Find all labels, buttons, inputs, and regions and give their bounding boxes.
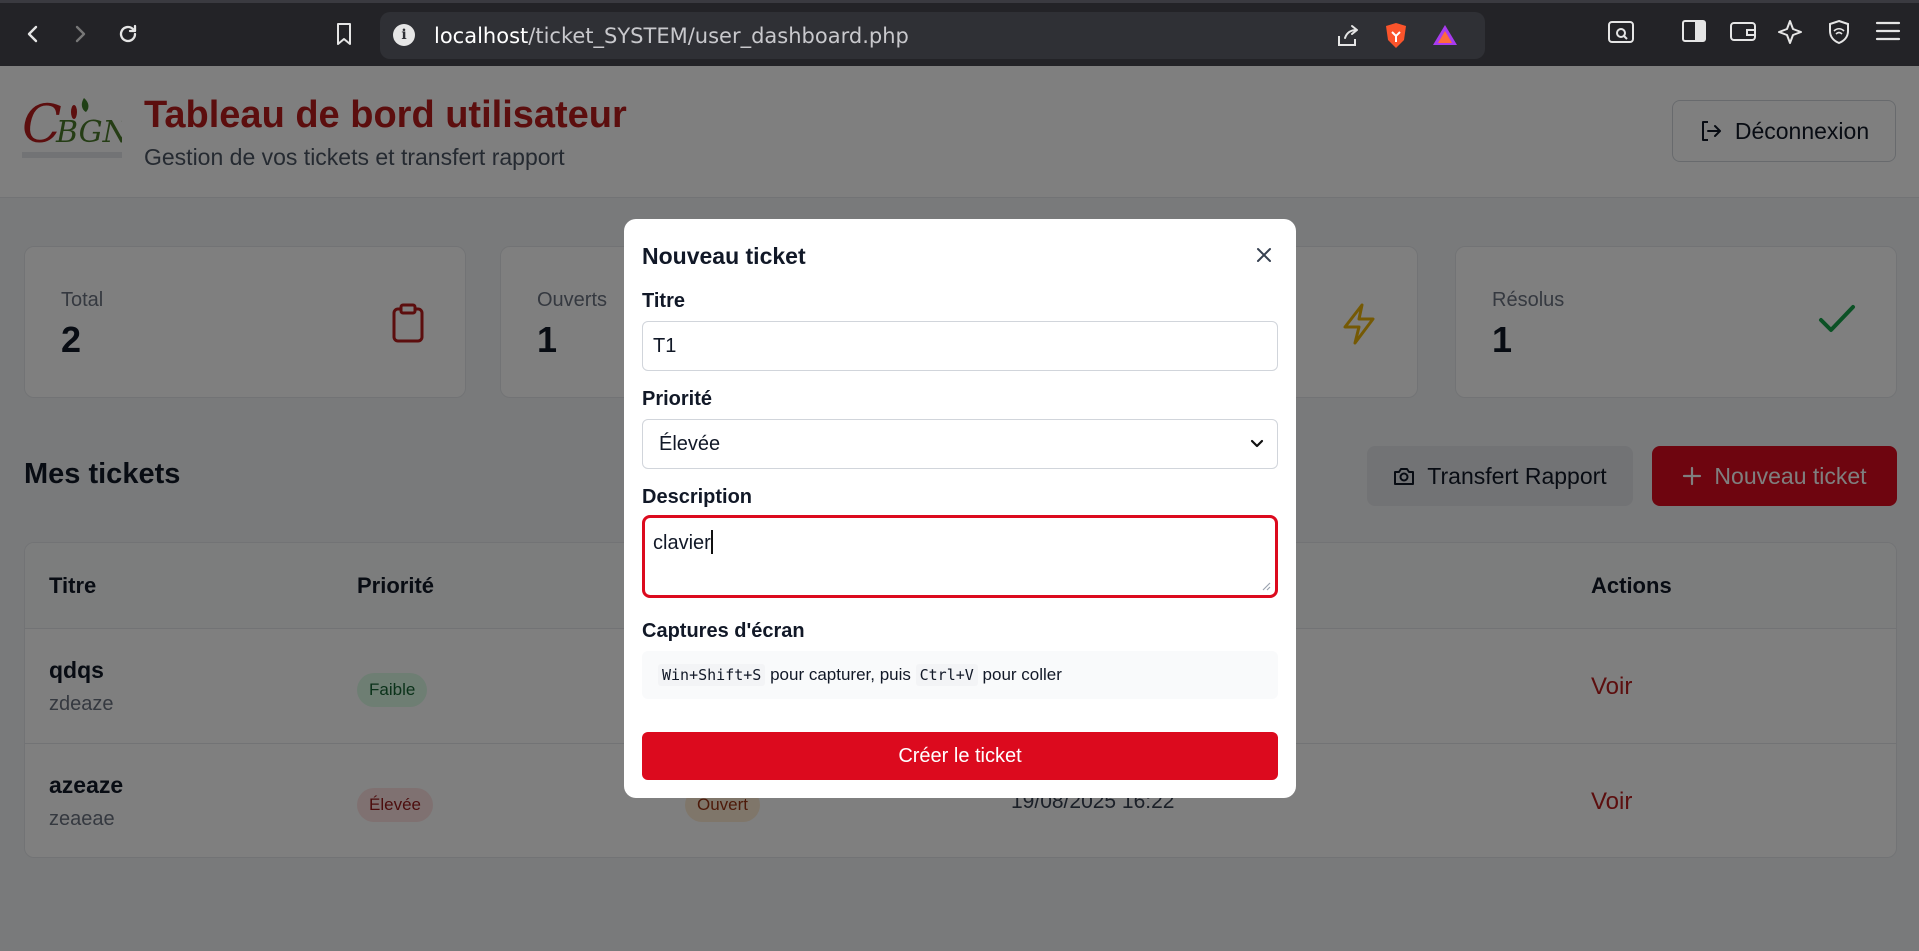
- bookmark-icon: [337, 23, 351, 45]
- bookmark-button[interactable]: [327, 17, 361, 51]
- address-bar[interactable]: i localhost/ticket_SYSTEM/user_dashboard…: [380, 12, 1485, 59]
- forward-button[interactable]: [63, 17, 97, 51]
- close-icon[interactable]: [1254, 245, 1274, 265]
- priority-selected-value: Élevée: [659, 433, 721, 455]
- paste-hint: Win+Shift+S pour capturer, puis Ctrl+V p…: [642, 651, 1278, 699]
- browser-toolbar: i localhost/ticket_SYSTEM/user_dashboard…: [0, 0, 1919, 66]
- forward-arrow-icon: [75, 25, 86, 43]
- hint-text-end: pour coller: [982, 665, 1062, 684]
- brave-shield-icon[interactable]: [1384, 22, 1408, 49]
- resize-grip-icon[interactable]: [1261, 581, 1271, 591]
- url-text: localhost/ticket_SYSTEM/user_dashboard.p…: [434, 24, 909, 48]
- chevron-down-icon: [1250, 439, 1264, 448]
- description-text: clavier: [653, 532, 711, 554]
- wallet-icon[interactable]: [1729, 19, 1757, 43]
- new-ticket-modal: Nouveau ticket Titre T1 Priorité Élevée …: [624, 219, 1296, 798]
- title-field-label: Titre: [642, 290, 685, 312]
- share-icon[interactable]: [1335, 24, 1361, 48]
- priority-field-label: Priorité: [642, 388, 713, 410]
- brave-rewards-icon[interactable]: [1432, 24, 1458, 46]
- screenshots-field-label: Captures d'écran: [642, 620, 805, 642]
- text-caret: [710, 530, 713, 554]
- menu-icon[interactable]: [1875, 19, 1901, 43]
- modal-title: Nouveau ticket: [642, 243, 806, 269]
- priority-select[interactable]: Élevée: [642, 419, 1278, 469]
- reader-search-icon[interactable]: [1607, 19, 1635, 45]
- hint-text: pour capturer, puis: [770, 665, 911, 684]
- hint-shortcut-capture: Win+Shift+S: [658, 664, 766, 686]
- description-textarea[interactable]: clavier: [642, 515, 1278, 598]
- title-input[interactable]: T1: [642, 321, 1278, 371]
- back-arrow-icon: [27, 25, 38, 43]
- leo-ai-icon[interactable]: [1778, 19, 1804, 45]
- site-info-icon[interactable]: i: [393, 24, 415, 46]
- reload-button[interactable]: [111, 17, 145, 51]
- back-button[interactable]: [16, 17, 50, 51]
- sidebar-icon[interactable]: [1681, 19, 1707, 43]
- hint-shortcut-paste: Ctrl+V: [915, 664, 978, 686]
- description-field-label: Description: [642, 486, 753, 508]
- vpn-shield-icon[interactable]: [1827, 19, 1851, 45]
- create-ticket-button[interactable]: Créer le ticket: [642, 732, 1278, 780]
- reload-icon: [119, 24, 137, 43]
